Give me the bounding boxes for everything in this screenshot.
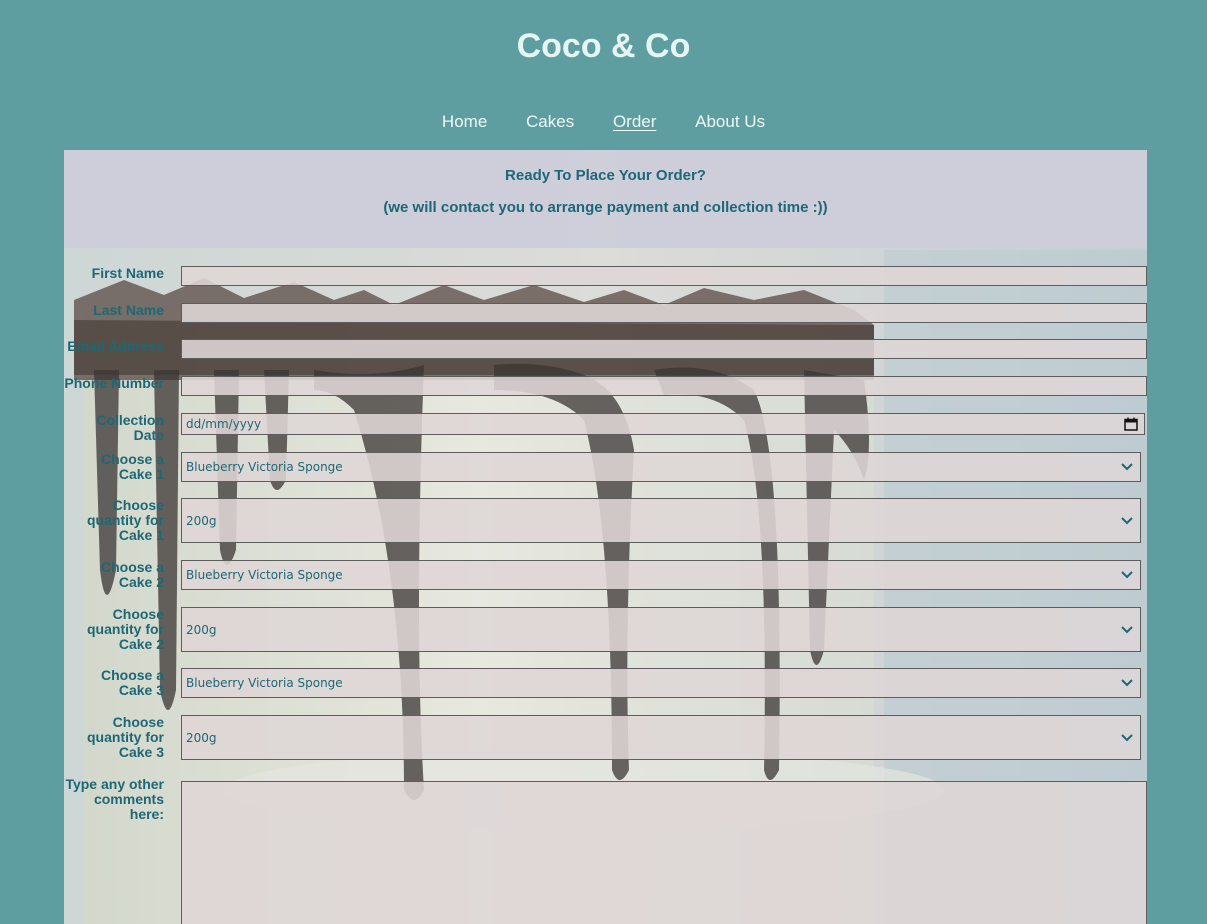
qty2-select[interactable]: 200g bbox=[181, 607, 1141, 652]
chevron-down-icon bbox=[1121, 733, 1133, 741]
cake3-label: Choose a Cake 3 bbox=[100, 667, 164, 698]
nav-about-us[interactable]: About Us bbox=[695, 112, 765, 132]
nav-order[interactable]: Order bbox=[613, 112, 656, 132]
cake1-selected-value: Blueberry Victoria Sponge bbox=[186, 460, 343, 474]
comments-label: Type any other comments here: bbox=[65, 776, 164, 822]
qty3-selected-value: 200g bbox=[186, 730, 217, 745]
cake1-label: Choose a Cake 1 bbox=[100, 451, 164, 482]
last-name-label: Last Name bbox=[93, 302, 164, 318]
qty3-label: Choose quantity for Cake 3 bbox=[87, 714, 164, 760]
phone-label: Phone Number bbox=[64, 375, 164, 391]
chevron-down-icon bbox=[1121, 679, 1133, 687]
cake2-selected-value: Blueberry Victoria Sponge bbox=[186, 568, 343, 582]
comments-textarea[interactable] bbox=[181, 781, 1147, 924]
cake2-select[interactable]: Blueberry Victoria Sponge bbox=[181, 560, 1141, 590]
qty1-selected-value: 200g bbox=[186, 513, 217, 528]
chevron-down-icon bbox=[1121, 463, 1133, 471]
intro-heading: Ready To Place Your Order? bbox=[505, 167, 706, 184]
order-intro: Ready To Place Your Order? (we will cont… bbox=[64, 150, 1147, 248]
email-field[interactable] bbox=[181, 339, 1147, 359]
collection-date-placeholder: dd/mm/yyyy bbox=[186, 417, 262, 431]
first-name-label: First Name bbox=[91, 265, 164, 281]
qty3-select[interactable]: 200g bbox=[181, 715, 1141, 760]
qty2-label: Choose quantity for Cake 2 bbox=[87, 606, 164, 652]
first-name-field[interactable] bbox=[181, 266, 1147, 286]
site-title: Coco & Co bbox=[516, 27, 691, 65]
collection-date-field[interactable]: dd/mm/yyyy bbox=[181, 413, 1145, 435]
email-label: Email Address bbox=[67, 338, 164, 354]
cake3-selected-value: Blueberry Victoria Sponge bbox=[186, 676, 343, 690]
chevron-down-icon bbox=[1121, 571, 1133, 579]
nav-home[interactable]: Home bbox=[442, 112, 487, 132]
qty1-select[interactable]: 200g bbox=[181, 498, 1141, 543]
collection-date-label: Collection Date bbox=[96, 412, 164, 443]
intro-subheading: (we will contact you to arrange payment … bbox=[383, 199, 828, 216]
cake3-select[interactable]: Blueberry Victoria Sponge bbox=[181, 668, 1141, 698]
cake2-label: Choose a Cake 2 bbox=[100, 559, 164, 590]
last-name-field[interactable] bbox=[181, 303, 1147, 323]
chevron-down-icon bbox=[1121, 516, 1133, 524]
main-nav: Home Cakes Order About Us bbox=[0, 112, 1207, 132]
calendar-icon[interactable] bbox=[1124, 417, 1138, 431]
chevron-down-icon bbox=[1121, 625, 1133, 633]
qty2-selected-value: 200g bbox=[186, 622, 217, 637]
cake1-select[interactable]: Blueberry Victoria Sponge bbox=[181, 452, 1141, 482]
order-form-panel: Ready To Place Your Order? (we will cont… bbox=[64, 150, 1147, 924]
qty1-label: Choose quantity for Cake 1 bbox=[87, 497, 164, 543]
phone-field[interactable] bbox=[181, 376, 1147, 396]
nav-cakes[interactable]: Cakes bbox=[526, 112, 574, 132]
